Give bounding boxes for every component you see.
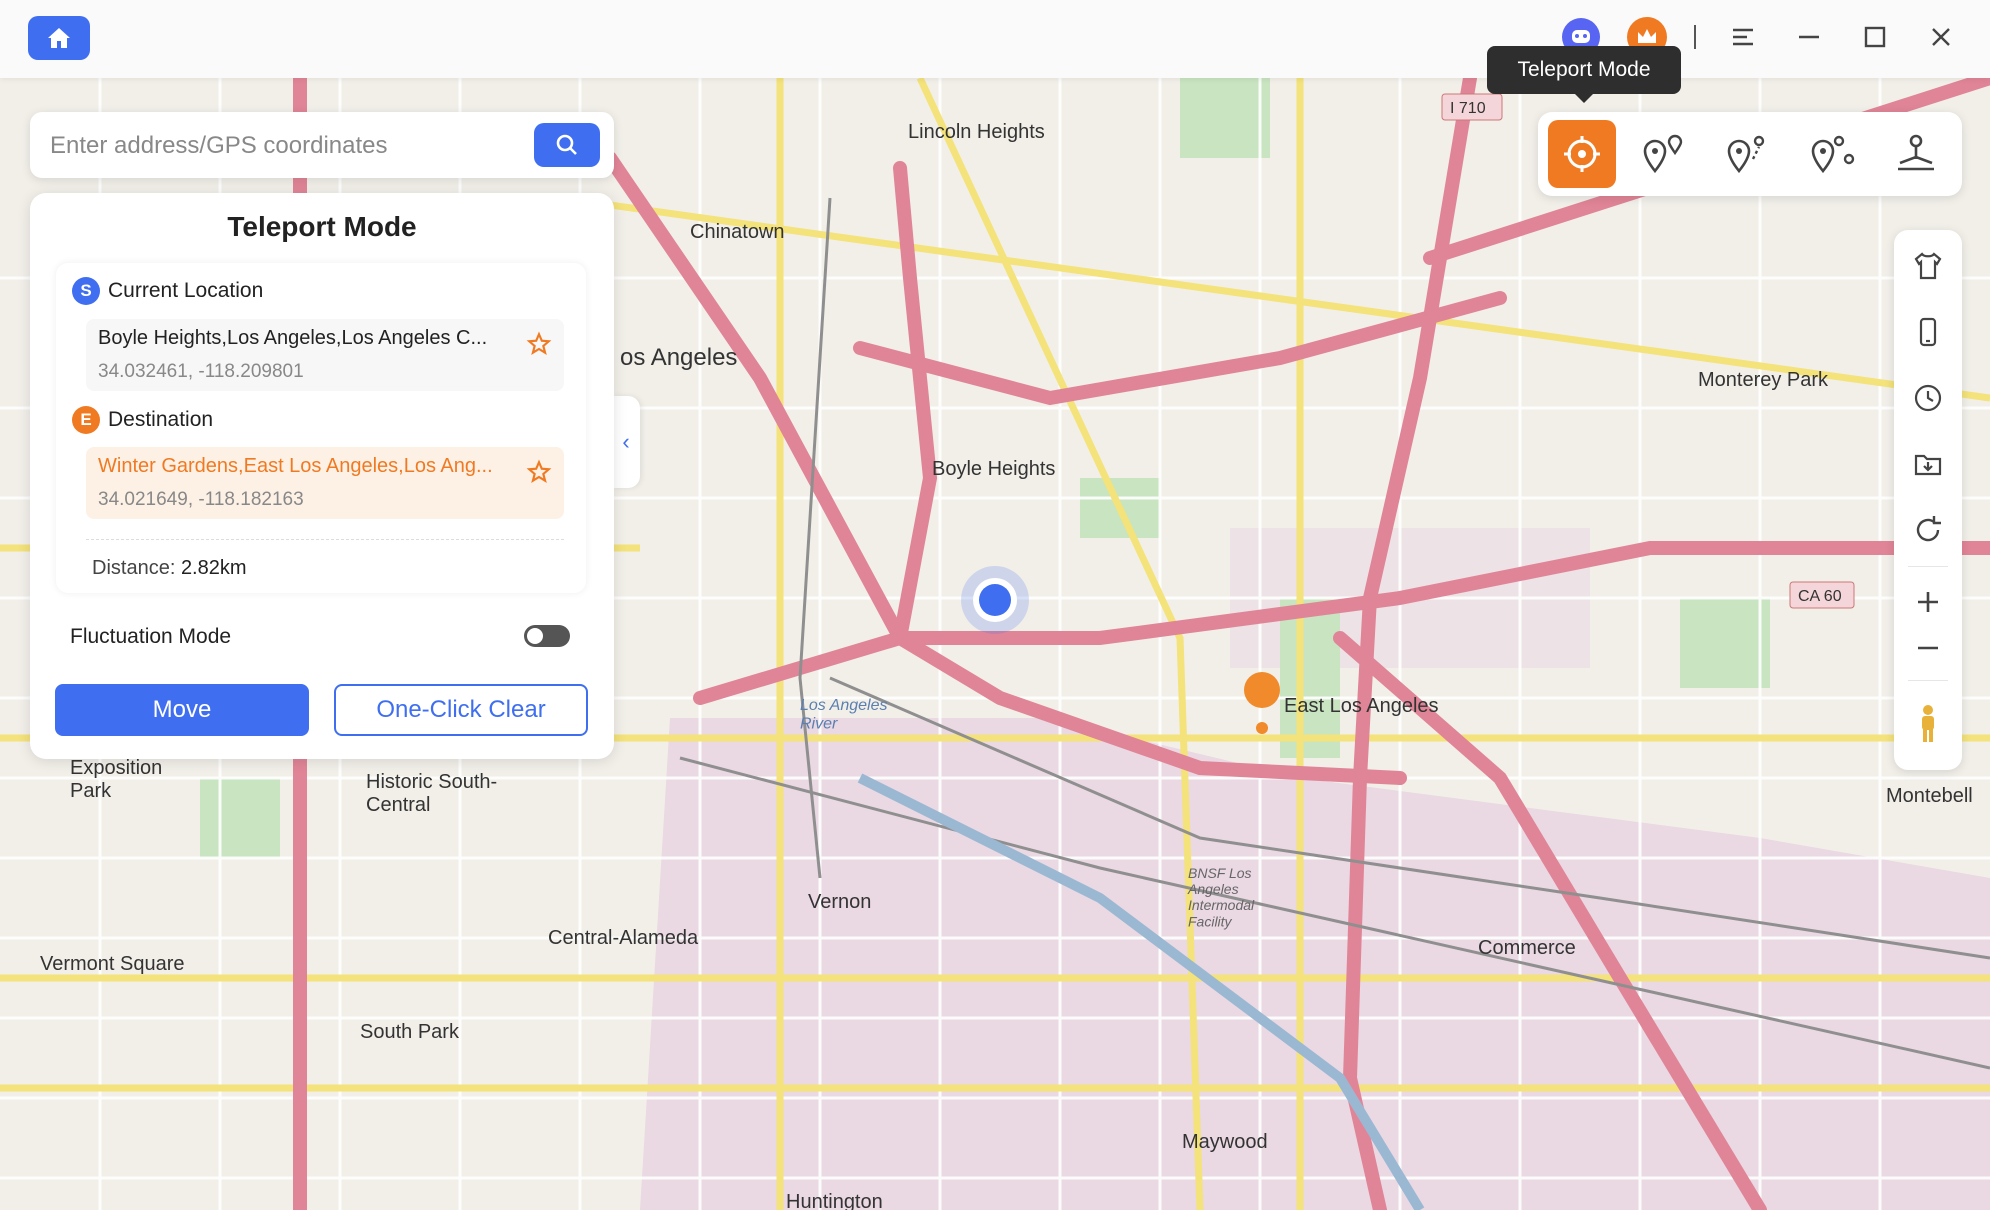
highway-shield-i710: I 710 — [1441, 93, 1503, 121]
menu-button[interactable] — [1724, 18, 1762, 56]
current-location-name: Boyle Heights,Los Angeles,Los Angeles C.… — [98, 327, 488, 349]
title-separator — [1694, 25, 1696, 49]
home-icon — [48, 28, 70, 48]
location-card: S Current Location Boyle Heights,Los Ang… — [56, 263, 586, 593]
current-location-marker[interactable] — [961, 566, 1029, 634]
map-label-central-alameda: Central-Alameda — [548, 927, 699, 949]
mode-tooltip: Teleport Mode — [1487, 46, 1681, 103]
two-spot-mode-icon — [1643, 134, 1683, 174]
map-label-monterey-park: Monterey Park — [1698, 369, 1829, 391]
teleport-mode-button[interactable] — [1548, 120, 1616, 188]
jump-teleport-mode-icon — [1811, 135, 1855, 174]
right-toolbar — [1894, 230, 1962, 770]
joystick-mode-button[interactable] — [1882, 120, 1950, 188]
shield-ca60-text: CA 60 — [1798, 588, 1842, 605]
distance-value: 2.82km — [180, 557, 247, 579]
shield-i710-text: I 710 — [1450, 100, 1486, 117]
tool-separator — [1908, 566, 1948, 567]
maximize-button[interactable] — [1856, 18, 1894, 56]
one-click-clear-button[interactable]: One-Click Clear — [334, 684, 588, 736]
move-button[interactable]: Move — [55, 684, 309, 736]
search-bar — [30, 112, 614, 178]
map-label-huntington: Huntington — [786, 1191, 883, 1210]
zoom-in-button[interactable] — [1908, 582, 1948, 622]
fluctuation-mode-toggle[interactable] — [524, 625, 570, 647]
zoom-in-icon — [1918, 592, 1938, 612]
close-button[interactable] — [1922, 18, 1960, 56]
skin-button[interactable] — [1908, 246, 1948, 286]
distance-label: Distance: — [92, 557, 176, 579]
destination-coords: 34.021649, -118.182163 — [98, 489, 304, 510]
minimize-icon — [1799, 35, 1819, 39]
two-spot-mode-button[interactable] — [1630, 120, 1698, 188]
multi-spot-mode-button[interactable] — [1714, 120, 1782, 188]
teleport-mode-icon — [1564, 136, 1600, 172]
map-label-vermont-square: Vermont Square — [40, 953, 185, 975]
zoom-out-icon — [1918, 646, 1938, 650]
map-label-maywood: Maywood — [1182, 1131, 1268, 1153]
jump-teleport-mode-button[interactable] — [1798, 120, 1866, 188]
map-label-chinatown: Chinatown — [690, 221, 785, 243]
destination-label: Destination — [108, 408, 214, 431]
collapse-panel-button[interactable]: ‹ — [612, 396, 640, 488]
star-icon[interactable] — [526, 331, 552, 357]
star-icon[interactable] — [526, 459, 552, 485]
history-icon — [1914, 384, 1942, 412]
refresh-icon — [1916, 516, 1941, 542]
teleport-panel: Teleport Mode S Current Location Boyle H… — [30, 193, 614, 759]
search-icon — [556, 134, 577, 155]
map-label-vernon: Vernon — [808, 891, 871, 913]
import-gpx-button[interactable] — [1908, 444, 1948, 484]
map-label-south-park: South Park — [360, 1021, 460, 1043]
home-button[interactable] — [28, 16, 90, 60]
zoom-out-button[interactable] — [1908, 628, 1948, 668]
start-badge: S — [72, 277, 100, 305]
current-location-box[interactable]: Boyle Heights,Los Angeles,Los Angeles C.… — [86, 319, 564, 391]
panel-title: Teleport Mode — [227, 211, 417, 242]
minimize-button[interactable] — [1790, 18, 1828, 56]
multi-spot-mode-icon — [1727, 135, 1765, 174]
import-icon — [1914, 454, 1942, 476]
shirt-icon — [1914, 252, 1942, 280]
current-location-label: Current Location — [108, 279, 264, 302]
phone-icon — [1919, 317, 1937, 347]
joystick-mode-icon — [1898, 134, 1934, 171]
end-badge: E — [72, 406, 100, 434]
destination-name: Winter Gardens,East Los Angeles,Los Ang.… — [98, 455, 493, 477]
distance-row: Distance: 2.82km — [92, 557, 247, 580]
map-label-commerce: Commerce — [1478, 937, 1576, 959]
search-button[interactable] — [534, 123, 600, 167]
current-location-coords: 34.032461, -118.209801 — [98, 361, 304, 382]
card-divider — [86, 539, 564, 540]
close-icon — [1932, 28, 1950, 46]
fluctuation-mode-label: Fluctuation Mode — [70, 625, 232, 648]
map-label-los-angeles: os Angeles — [620, 344, 737, 371]
street-view-icon — [1922, 705, 1934, 742]
map-label-boyle-heights: Boyle Heights — [932, 458, 1055, 480]
destination-box[interactable]: Winter Gardens,East Los Angeles,Los Ang.… — [86, 447, 564, 519]
map-label-east-los-angeles: East Los Angeles — [1284, 695, 1439, 717]
highway-shield-ca60: CA 60 — [1789, 581, 1855, 609]
tool-separator — [1908, 680, 1948, 681]
street-view-button[interactable] — [1908, 704, 1948, 744]
maximize-icon — [1864, 26, 1886, 48]
menu-icon — [1733, 28, 1753, 46]
refresh-button[interactable] — [1908, 510, 1948, 550]
device-button[interactable] — [1908, 312, 1948, 352]
map-label-lincoln-heights: Lincoln Heights — [908, 121, 1045, 143]
history-button[interactable] — [1908, 378, 1948, 418]
mode-toolbar — [1538, 112, 1962, 196]
title-bar — [0, 0, 1990, 78]
chevron-left-icon: ‹ — [622, 429, 630, 454]
map-label-montebello: Montebell — [1886, 785, 1973, 807]
address-search-input[interactable] — [48, 126, 532, 166]
